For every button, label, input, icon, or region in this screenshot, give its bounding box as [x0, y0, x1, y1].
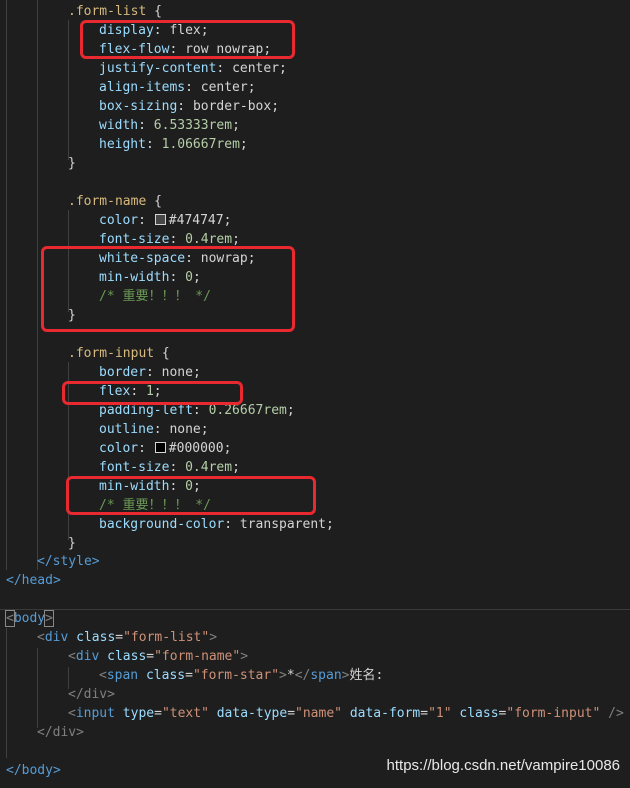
css-selector: .form-input	[68, 346, 155, 361]
indent-guide	[37, 0, 38, 570]
css-property: width	[99, 118, 139, 133]
css-value: #474747	[168, 213, 224, 228]
css-declaration: outline: none;	[99, 422, 209, 437]
css-value: center	[200, 80, 248, 95]
css-open-brace: {	[154, 346, 170, 361]
css-property: align-items	[99, 80, 186, 95]
css-declaration: width: 6.53333rem;	[99, 118, 240, 133]
indent-guide	[37, 648, 38, 728]
color-swatch-icon[interactable]	[154, 442, 166, 453]
section-divider	[0, 609, 630, 610]
css-declaration: justify-content: center;	[99, 61, 287, 76]
highlight-box-display-flex	[80, 20, 295, 59]
indent-guide	[6, 0, 7, 570]
css-declaration: border: none;	[99, 365, 201, 380]
css-property: box-sizing	[99, 99, 178, 114]
code-line-body-open: <body>	[5, 610, 54, 627]
color-swatch-icon[interactable]	[154, 214, 166, 225]
css-selector-line: .form-list {	[68, 2, 162, 21]
css-value: center	[232, 61, 280, 76]
code-line-div-open: <div class="form-list">	[37, 630, 218, 645]
code-line-style-close: </style>	[37, 554, 100, 569]
css-property: color	[99, 441, 139, 456]
css-selector: .form-list	[68, 4, 147, 19]
highlight-box-min-width	[66, 476, 316, 515]
code-line-span: <span class="form-star">*</span>姓名:	[99, 668, 384, 683]
css-property: justify-content	[99, 61, 217, 76]
indent-guide	[6, 628, 7, 758]
css-declaration: height: 1.06667rem;	[99, 137, 248, 152]
css-declaration: background-color: transparent;	[99, 517, 334, 532]
code-line-input: <input type="text" data-type="name" data…	[68, 706, 624, 721]
css-property: border	[99, 365, 146, 380]
watermark-text: https://blog.csdn.net/vampire10086	[386, 757, 620, 774]
css-open-brace: {	[146, 4, 162, 19]
css-property: font-size	[99, 460, 170, 475]
css-property: outline	[99, 422, 154, 437]
css-open-brace: {	[146, 194, 162, 209]
css-value: transparent	[239, 517, 326, 532]
code-line-name-div-open: <div class="form-name">	[68, 649, 249, 664]
css-value: border-box	[192, 99, 272, 114]
code-line-div-close: </div>	[37, 725, 84, 740]
css-value: #000000	[168, 441, 224, 456]
code-editor[interactable]: .form-list {display: flex; flex-flow: row…	[0, 0, 630, 788]
code-line-head-close: </head>	[6, 573, 61, 588]
css-selector-line: .form-name {	[68, 192, 162, 211]
css-declaration: align-items: center;	[99, 80, 256, 95]
css-declaration: box-sizing: border-box;	[99, 99, 280, 114]
css-declaration: font-size: 0.4rem;	[99, 460, 240, 475]
indent-guide	[68, 20, 69, 160]
highlight-box-white-space	[41, 246, 295, 332]
css-close-brace: }	[68, 156, 76, 171]
css-value: 0.26667rem	[208, 403, 287, 418]
css-property: padding-left	[99, 403, 193, 418]
highlight-box-flex-one	[62, 381, 243, 405]
css-selector: .form-name	[68, 194, 147, 209]
css-property: height	[99, 137, 146, 152]
css-property: font-size	[99, 232, 170, 247]
css-value: none	[161, 365, 193, 380]
css-declaration: color: #000000;	[99, 441, 232, 456]
css-value: 6.53333rem	[153, 118, 233, 133]
css-value: 0.4rem	[185, 460, 233, 475]
css-value: 0.4rem	[185, 232, 233, 247]
code-line-name-div-close: </div>	[68, 687, 115, 702]
css-declaration: color: #474747;	[99, 213, 232, 228]
css-selector-line: .form-input {	[68, 344, 170, 363]
css-property: background-color	[99, 517, 225, 532]
code-line-body-close: </body>	[6, 763, 61, 778]
css-property: color	[99, 213, 139, 228]
css-value: none	[169, 422, 201, 437]
css-value: 1.06667rem	[161, 137, 240, 152]
css-close-brace: }	[68, 536, 76, 551]
